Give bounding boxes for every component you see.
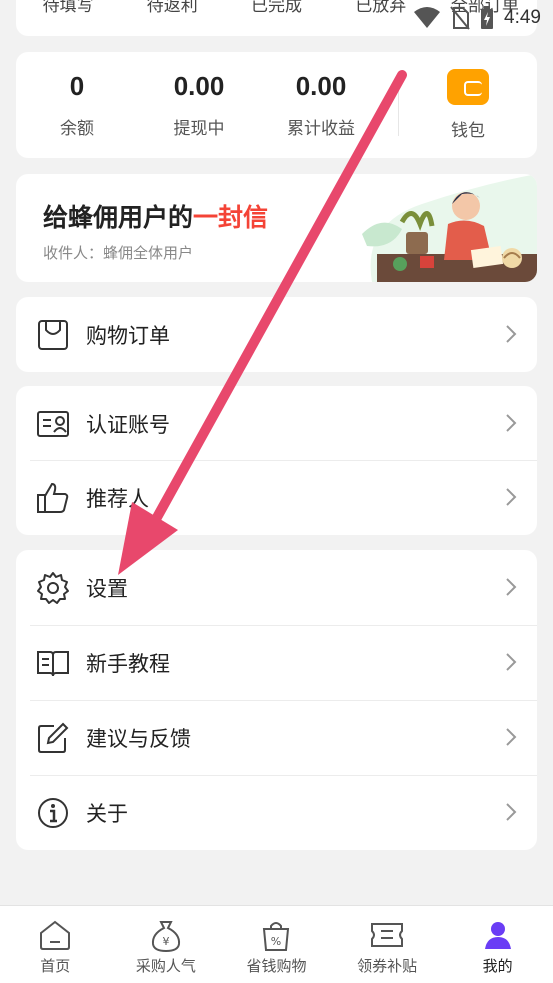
id-card-icon bbox=[37, 411, 69, 437]
chevron-right-icon bbox=[506, 325, 517, 343]
settings-card: 设置 新手教程 建议与反馈 关于 bbox=[16, 550, 537, 850]
withdrawing-value: 0.00 bbox=[173, 71, 225, 101]
wallet-icon bbox=[447, 69, 489, 105]
book-icon bbox=[37, 651, 69, 677]
chevron-right-icon bbox=[506, 488, 517, 506]
nav-coupon-subsidy-label: 领券补贴 bbox=[357, 957, 418, 975]
menu-referrer[interactable]: 推荐人 bbox=[16, 460, 537, 535]
discount-bag-icon: % bbox=[263, 922, 290, 951]
balance-value: 0 bbox=[69, 71, 85, 101]
nav-purchase-popularity-label: 采购人气 bbox=[135, 957, 196, 975]
tab-completed[interactable]: 已完成 bbox=[224, 0, 328, 16]
menu-verify-account-label: 认证账号 bbox=[86, 412, 170, 437]
chevron-right-icon bbox=[506, 803, 517, 821]
total-earnings-value: 0.00 bbox=[295, 71, 347, 101]
chevron-right-icon bbox=[506, 728, 517, 746]
menu-about-label: 关于 bbox=[86, 801, 128, 826]
info-icon bbox=[38, 798, 68, 828]
letter-banner[interactable]: 给蜂佣用户的一封信 收件人：蜂佣全体用户 bbox=[16, 174, 537, 282]
wifi-icon bbox=[414, 7, 441, 28]
svg-text:¥: ¥ bbox=[162, 935, 169, 948]
nav-save-shopping[interactable]: % 省钱购物 bbox=[221, 906, 332, 983]
letter-title-highlight: 一封信 bbox=[193, 203, 269, 232]
chevron-right-icon bbox=[506, 414, 517, 432]
chevron-right-icon bbox=[506, 578, 517, 596]
letter-recipient: 收件人：蜂佣全体用户 bbox=[43, 244, 194, 262]
edit-note-icon bbox=[38, 722, 69, 753]
withdrawing-stat[interactable]: 0.00 提现中 bbox=[138, 71, 260, 139]
balance-card: 0 余额 0.00 提现中 0.00 累计收益 钱包 bbox=[16, 52, 537, 158]
coupon-icon bbox=[371, 923, 404, 947]
menu-shopping-orders-label: 购物订单 bbox=[86, 323, 170, 348]
bottom-navigation: 首页 ¥ 采购人气 % 省钱购物 领券补贴 我的 bbox=[0, 905, 553, 983]
nav-mine-label: 我的 bbox=[482, 957, 513, 975]
user-icon bbox=[484, 922, 511, 949]
wallet-label: 钱包 bbox=[451, 121, 485, 141]
account-card: 认证账号 推荐人 bbox=[16, 386, 537, 535]
menu-about[interactable]: 关于 bbox=[16, 775, 537, 850]
shopping-bag-icon bbox=[38, 320, 68, 350]
letter-title-prefix: 给蜂佣用户的 bbox=[43, 203, 194, 232]
menu-settings[interactable]: 设置 bbox=[16, 550, 537, 625]
menu-tutorial[interactable]: 新手教程 bbox=[16, 625, 537, 700]
menu-shopping-orders[interactable]: 购物订单 bbox=[16, 297, 537, 372]
menu-feedback-label: 建议与反馈 bbox=[86, 726, 191, 751]
home-icon bbox=[40, 920, 71, 950]
nav-home[interactable]: 首页 bbox=[0, 906, 111, 983]
money-bag-icon: ¥ bbox=[151, 921, 180, 952]
status-bar: 4:49 bbox=[414, 0, 541, 36]
shopping-orders-card: 购物订单 bbox=[16, 297, 537, 372]
tab-pending-rebate[interactable]: 待返利 bbox=[120, 0, 224, 16]
menu-feedback[interactable]: 建议与反馈 bbox=[16, 700, 537, 775]
wallet-button[interactable]: 钱包 bbox=[399, 69, 537, 141]
tab-to-fill[interactable]: 待填写 bbox=[16, 0, 120, 16]
menu-tutorial-label: 新手教程 bbox=[86, 651, 170, 676]
battery-charging-icon bbox=[481, 6, 494, 29]
menu-verify-account[interactable]: 认证账号 bbox=[16, 386, 537, 461]
letter-title: 给蜂佣用户的一封信 bbox=[43, 198, 268, 234]
menu-settings-label: 设置 bbox=[86, 576, 128, 601]
no-sim-icon bbox=[450, 6, 470, 30]
letter-illustration bbox=[362, 174, 537, 282]
gear-icon bbox=[37, 572, 69, 604]
menu-referrer-label: 推荐人 bbox=[86, 486, 149, 511]
nav-home-label: 首页 bbox=[40, 957, 71, 975]
chevron-right-icon bbox=[506, 653, 517, 671]
clock: 4:49 bbox=[504, 7, 541, 28]
balance-label: 余额 bbox=[60, 119, 94, 139]
withdrawing-label: 提现中 bbox=[173, 119, 225, 139]
svg-text:%: % bbox=[271, 935, 281, 948]
nav-mine[interactable]: 我的 bbox=[442, 906, 553, 983]
thumbs-up-icon bbox=[37, 482, 69, 513]
total-earnings-label: 累计收益 bbox=[287, 119, 355, 139]
nav-coupon-subsidy[interactable]: 领券补贴 bbox=[332, 906, 443, 983]
balance-stat[interactable]: 0 余额 bbox=[16, 71, 138, 139]
nav-purchase-popularity[interactable]: ¥ 采购人气 bbox=[111, 906, 222, 983]
nav-save-shopping-label: 省钱购物 bbox=[246, 957, 307, 975]
total-earnings-stat[interactable]: 0.00 累计收益 bbox=[260, 71, 382, 139]
